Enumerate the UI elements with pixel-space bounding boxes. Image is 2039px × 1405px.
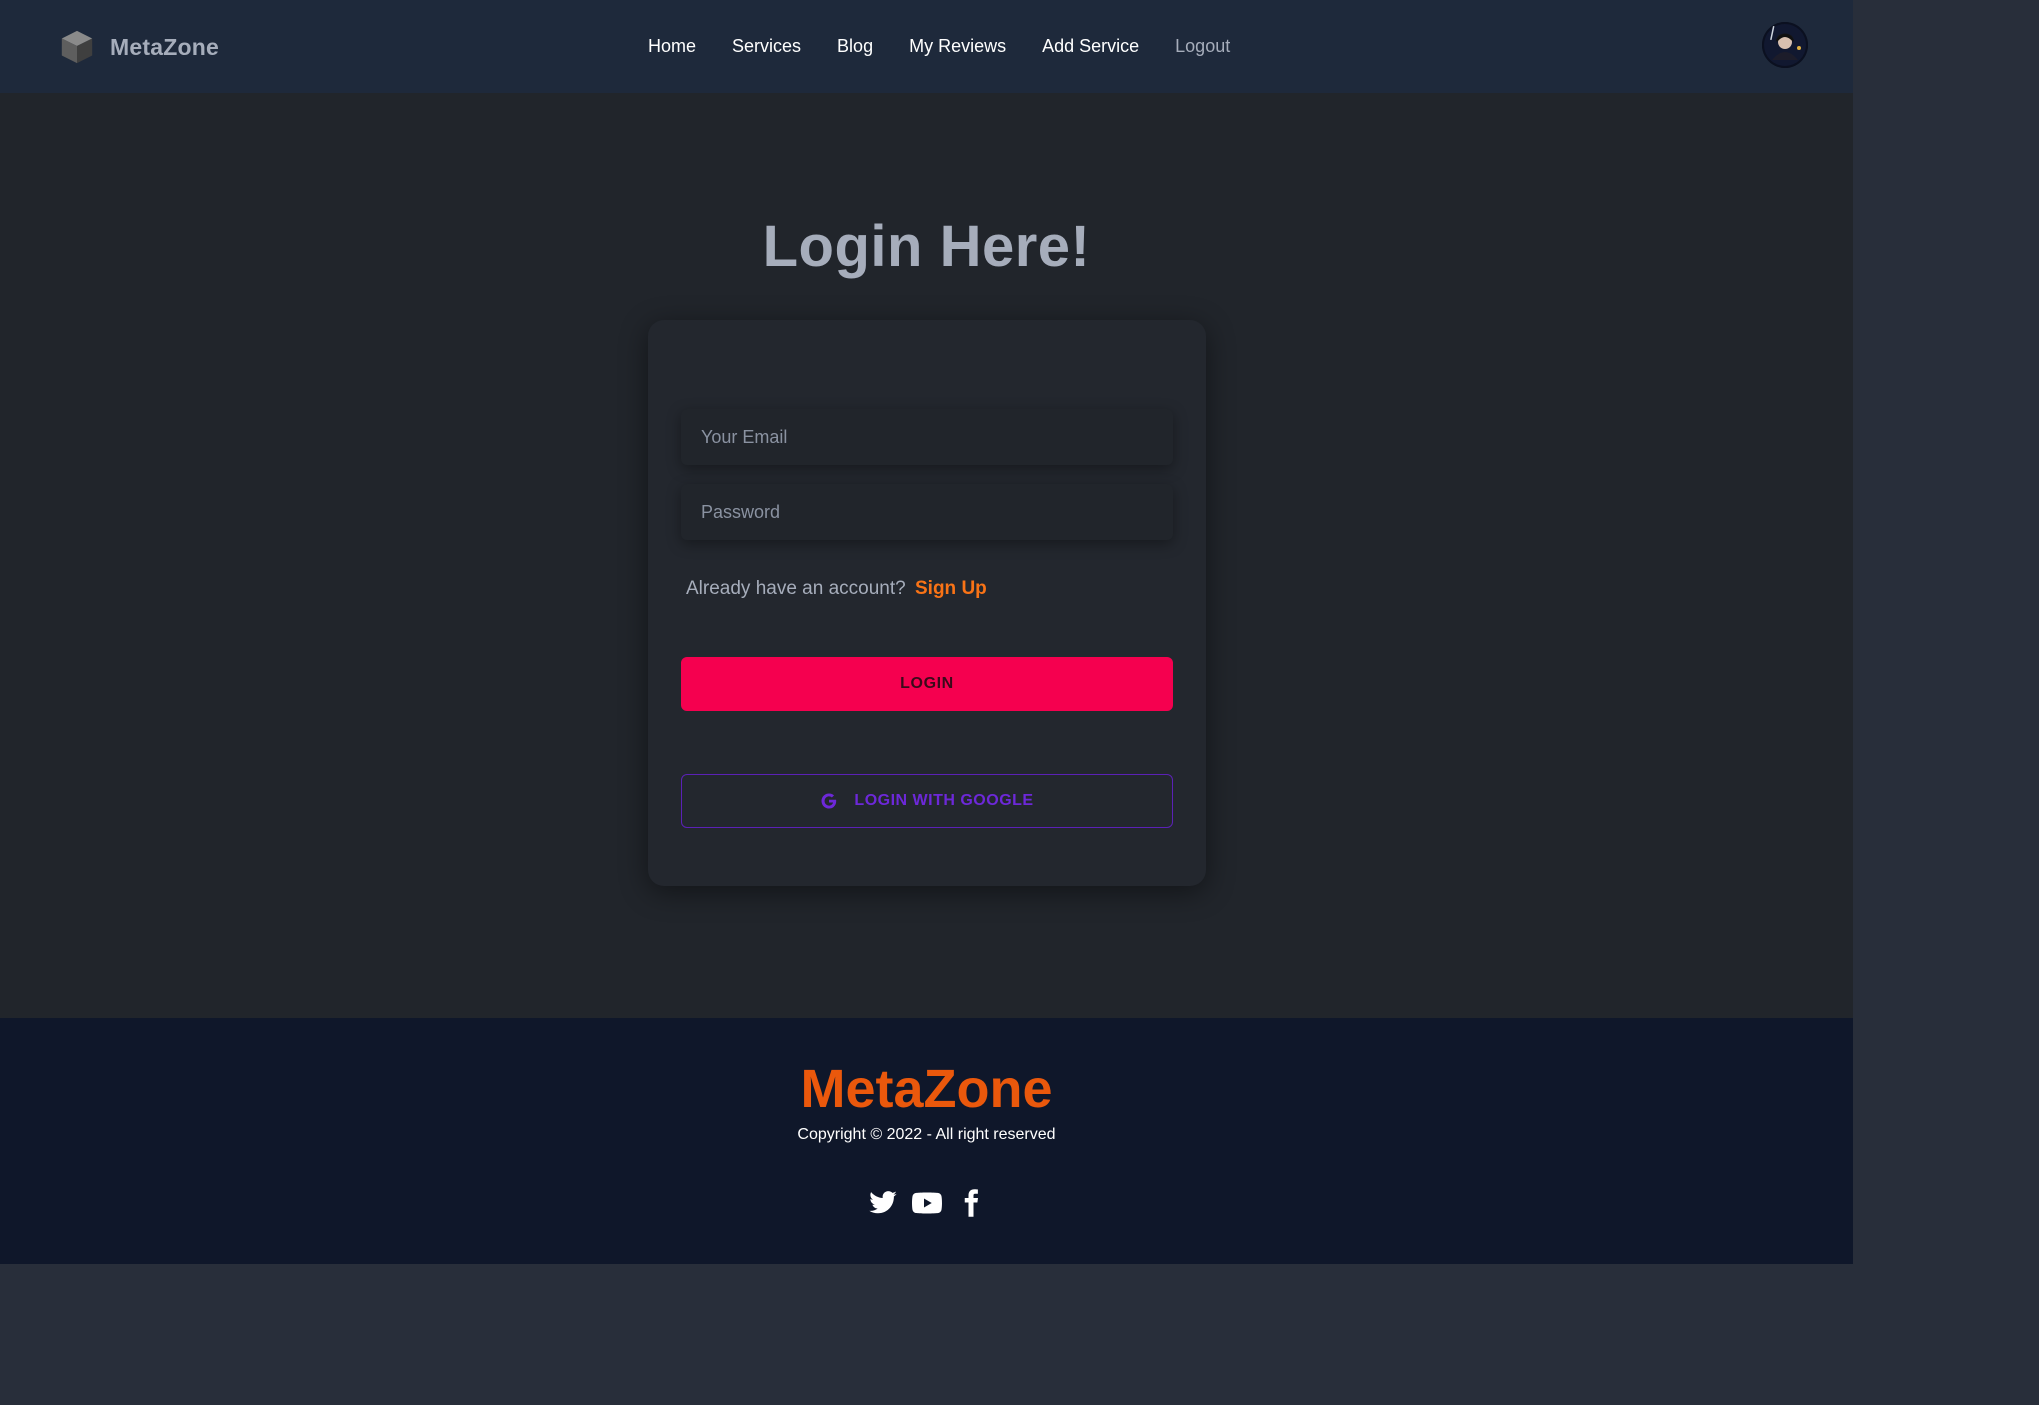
footer-brand: MetaZone	[800, 1059, 1053, 1119]
nav-menu: Home Services Blog My Reviews Add Servic…	[630, 30, 1248, 62]
login-card: Already have an account? Sign Up LOGIN L…	[648, 320, 1206, 886]
app: MetaZone Home Services Blog My Reviews A…	[0, 0, 1853, 1264]
sign-up-link[interactable]: Sign Up	[915, 578, 987, 599]
avatar-image	[1762, 22, 1808, 68]
nav-services[interactable]: Services	[732, 36, 801, 57]
social-links	[0, 1188, 1853, 1218]
youtube-icon[interactable]	[911, 1188, 942, 1218]
twitter-icon[interactable]	[868, 1188, 898, 1218]
user-avatar[interactable]	[1762, 22, 1808, 68]
account-prompt-line: Already have an account? Sign Up	[686, 578, 987, 600]
nav-add-service[interactable]: Add Service	[1042, 36, 1139, 57]
main-content: Login Here! Already have an account? Sig…	[0, 93, 1853, 1018]
page-title: Login Here!	[762, 214, 1091, 279]
password-field[interactable]	[681, 484, 1173, 540]
brand-logo[interactable]: MetaZone	[58, 27, 219, 67]
facebook-icon[interactable]	[956, 1188, 986, 1218]
brand-name: MetaZone	[110, 33, 219, 60]
google-button-label: LOGIN WITH GOOGLE	[854, 792, 1034, 809]
copyright-text: Copyright © 2022 - All right reserved	[797, 1126, 1056, 1143]
google-icon	[821, 793, 837, 809]
nav-home[interactable]: Home	[648, 36, 696, 57]
navbar: MetaZone Home Services Blog My Reviews A…	[0, 0, 1853, 93]
nav-blog[interactable]: Blog	[837, 36, 873, 57]
email-field[interactable]	[681, 409, 1173, 465]
login-button[interactable]: LOGIN	[681, 657, 1173, 711]
account-prompt: Already have an account?	[686, 578, 906, 599]
nav-logout[interactable]: Logout	[1175, 36, 1230, 57]
login-with-google-button[interactable]: LOGIN WITH GOOGLE	[681, 774, 1173, 828]
footer: MetaZone Copyright © 2022 - All right re…	[0, 1018, 1853, 1264]
cube-icon	[61, 30, 93, 64]
nav-my-reviews[interactable]: My Reviews	[909, 36, 1006, 57]
